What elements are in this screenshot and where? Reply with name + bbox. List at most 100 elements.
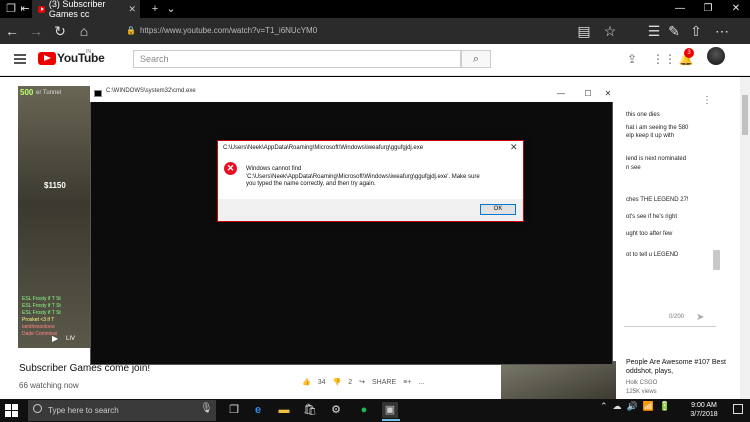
cmd-taskbar-icon[interactable]: ▣: [382, 402, 398, 418]
watching-count: 66 watching now: [19, 381, 79, 390]
video-overlay-money: $1150: [44, 181, 66, 190]
back-icon[interactable]: ←: [2, 21, 22, 41]
tab-dropdown-icon[interactable]: ⌄: [164, 2, 178, 16]
system-tray[interactable]: ⌃ ☁ 🔊 📶 🔋: [600, 401, 670, 412]
dislike-count: 2: [348, 378, 353, 386]
microphone-icon[interactable]: 🎙: [200, 403, 213, 414]
close-window-icon[interactable]: ✕: [722, 0, 750, 18]
action-center-icon[interactable]: [733, 404, 743, 414]
taskbar-search-icon: [33, 404, 42, 413]
chat-message: this one dies: [626, 112, 660, 118]
recommended-channel[interactable]: Holk CSGO: [626, 380, 657, 386]
more-actions-button[interactable]: ...: [418, 379, 424, 386]
region-code: IN: [86, 49, 91, 55]
tab-preview-icon[interactable]: ❐: [4, 2, 18, 16]
new-tab-icon[interactable]: +: [148, 2, 162, 16]
search-button[interactable]: ⌕: [461, 50, 491, 68]
like-icon[interactable]: 👍: [302, 378, 311, 386]
steam-icon[interactable]: ⚙: [328, 402, 344, 418]
cmd-icon: [94, 90, 102, 97]
add-to-playlist-icon[interactable]: ≡+: [403, 379, 411, 386]
recommended-title[interactable]: People Are Awesome #107 Best oddshot, pl…: [626, 358, 736, 376]
refresh-icon[interactable]: ↻: [50, 21, 70, 41]
chat-message: ught too after few: [626, 231, 673, 237]
avatar[interactable]: [707, 47, 725, 65]
task-view-icon[interactable]: ❐: [226, 402, 242, 418]
recommended-thumbnail[interactable]: [501, 361, 616, 399]
chat-menu-icon[interactable]: ⋮: [702, 95, 712, 106]
active-app-indicator: [382, 419, 400, 421]
reading-view-icon[interactable]: ▤: [574, 21, 594, 41]
dialog-footer: [218, 199, 523, 221]
like-count: 34: [317, 378, 326, 386]
dislike-icon[interactable]: 👎: [333, 378, 342, 386]
search-icon: ⌕: [472, 53, 480, 65]
address-bar[interactable]: 🔒 https://www.youtube.com/watch?v=T1_i6N…: [116, 21, 598, 40]
tab-close-icon[interactable]: ✕: [128, 4, 136, 15]
dialog-close-icon[interactable]: ✕: [510, 142, 518, 153]
share-icon[interactable]: ⇧: [686, 21, 706, 41]
video-overlay-location: er Tunnel: [36, 90, 62, 96]
spotify-icon[interactable]: ●: [356, 402, 372, 418]
upload-icon[interactable]: ⇪: [624, 51, 640, 67]
chat-input[interactable]: [624, 326, 716, 327]
tab-youtube[interactable]: (3) Subscriber Games cc ✕: [32, 0, 140, 19]
taskbar-search-input[interactable]: Type here to search: [28, 400, 216, 421]
dialog-message-line: 'C:\Users\Neek\AppData\Roaming\Microsoft…: [246, 173, 480, 180]
share-arrow-icon[interactable]: ↪: [359, 378, 365, 386]
forward-icon[interactable]: →: [26, 21, 46, 41]
clock-time: 9:00 AM: [691, 402, 717, 409]
minimize-icon[interactable]: —: [666, 0, 694, 18]
cmd-window[interactable]: [90, 86, 613, 365]
youtube-logo-text[interactable]: YouTube: [57, 51, 105, 65]
clock[interactable]: 9:00 AM 3/7/2018: [684, 401, 724, 419]
page-scrollbar-thumb[interactable]: [742, 95, 748, 135]
cmd-title: C:\WINDOWS\system32\cmd.exe: [106, 88, 196, 94]
favorites-icon[interactable]: ☆: [600, 21, 620, 41]
send-icon[interactable]: ➤: [696, 312, 704, 323]
video-overlay-tag: 500: [20, 88, 34, 97]
cmd-minimize-icon[interactable]: —: [551, 86, 571, 102]
more-icon[interactable]: ⋯: [712, 21, 732, 41]
live-badge: LIV: [66, 336, 76, 342]
clock-date: 3/7/2018: [690, 411, 718, 418]
recommended-views: 125K views: [626, 389, 657, 395]
chat-message: ot to tell u LEGEND: [626, 252, 679, 258]
killfeed-line: Prosket <3 if T: [22, 317, 55, 323]
start-icon[interactable]: [4, 403, 18, 417]
maximize-icon[interactable]: ❐: [694, 0, 722, 18]
chat-message: hat i am seeing the 580: [626, 125, 689, 131]
play-icon[interactable]: ▶: [52, 334, 58, 343]
dialog-message-line: you typed the name correctly, and then t…: [246, 181, 376, 187]
file-explorer-icon[interactable]: ▬: [276, 402, 292, 418]
chat-message: ot's see if he's right: [626, 214, 677, 220]
url-text: https://www.youtube.com/watch?v=T1_i6NUc…: [139, 26, 318, 35]
menu-icon[interactable]: [14, 54, 26, 64]
dialog-message-line: Windows cannot find: [246, 166, 302, 172]
tab-title: (3) Subscriber Games cc: [48, 0, 106, 19]
tab-aside-icon[interactable]: ⇤: [18, 2, 32, 16]
apps-icon[interactable]: ⋮⋮: [652, 51, 676, 67]
youtube-logo-icon[interactable]: [38, 52, 56, 65]
chat-message: n see: [626, 165, 641, 171]
pen-icon[interactable]: ✎: [664, 21, 684, 41]
killfeed-line: iamthesoolooo: [22, 324, 55, 330]
favorites-hub-icon[interactable]: ☰: [644, 21, 664, 41]
chat-scrollbar[interactable]: [713, 250, 720, 270]
cmd-close-icon[interactable]: ✕: [598, 86, 618, 102]
search-input[interactable]: Search: [133, 50, 461, 68]
home-icon[interactable]: ⌂: [74, 21, 94, 41]
error-icon: ✕: [224, 162, 237, 175]
chat-message: ches THE LEGEND 27!: [626, 197, 689, 203]
youtube-favicon-icon: [38, 5, 45, 13]
share-button[interactable]: SHARE: [372, 379, 396, 386]
ok-button[interactable]: OK: [480, 204, 516, 215]
killfeed-line: ESL Frosty if T St: [22, 310, 61, 316]
edge-icon[interactable]: e: [250, 402, 266, 418]
cmd-maximize-icon[interactable]: ☐: [578, 86, 598, 102]
store-icon[interactable]: 🛍: [302, 402, 318, 418]
dialog-message: Windows cannot find 'C:\Users\Neek\AppDa…: [246, 166, 516, 189]
chat-char-count: 0/200: [669, 314, 685, 320]
notification-badge: 3: [684, 48, 694, 58]
video-actions: 👍 34 👎 2 ↪ SHARE ≡+ ...: [302, 378, 424, 387]
